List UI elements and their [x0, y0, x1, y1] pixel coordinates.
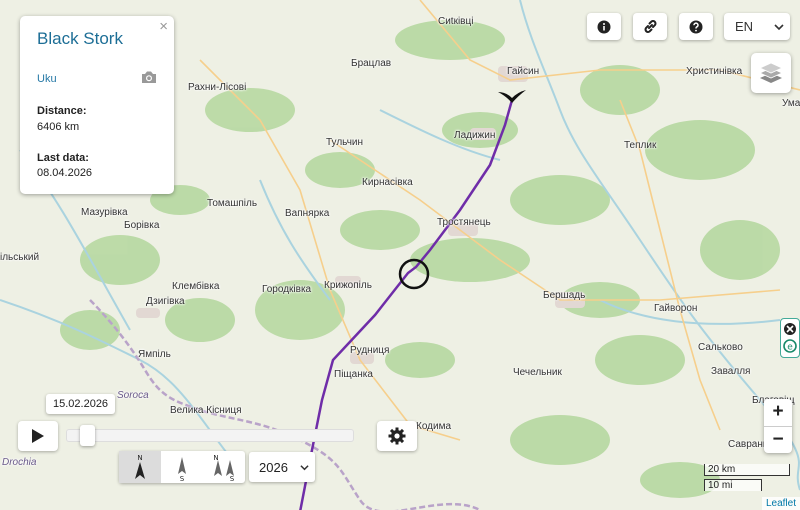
info-icon — [597, 20, 611, 33]
settings-button[interactable] — [377, 421, 417, 451]
help-button[interactable] — [679, 13, 713, 40]
place-label: Кирнасівка — [362, 177, 413, 188]
zoom-out-button[interactable]: − — [764, 427, 792, 454]
year-value: 2026 — [259, 460, 288, 475]
attribution-link[interactable]: Leaflet — [761, 497, 800, 510]
place-label: Борівка — [124, 220, 160, 231]
place-label: Велика Кісниця — [170, 405, 242, 416]
place-label: Городківка — [262, 284, 312, 295]
svg-text:e: e — [787, 343, 793, 353]
place-label: Гайворон — [654, 303, 698, 314]
distance-label: Distance: — [37, 105, 87, 117]
direction-north-button[interactable]: N — [119, 451, 161, 483]
direction-south-button[interactable]: S — [161, 451, 203, 483]
svg-text:S: S — [180, 475, 185, 482]
svg-text:S: S — [230, 475, 235, 482]
last-data-value: 08.04.2026 — [37, 167, 93, 179]
layers-icon — [759, 62, 783, 83]
direction-both-button[interactable]: N S — [203, 451, 245, 483]
animal-name-link[interactable]: Uku — [37, 73, 57, 85]
year-select[interactable]: 2026 — [249, 452, 315, 482]
scale-mi: 10 mi — [704, 479, 762, 491]
place-label: Ямпіль — [138, 349, 171, 360]
both-directions-icon: N S — [213, 454, 235, 482]
place-label: Піщанка — [334, 369, 373, 380]
place-label: Тульчин — [326, 137, 364, 148]
current-date-label: 15.02.2026 — [46, 394, 116, 414]
language-value: EN — [735, 19, 754, 34]
place-label: Брацлав — [351, 58, 392, 69]
place-label: Тростянець — [437, 217, 491, 228]
species-title: Black Stork — [37, 29, 123, 48]
help-icon — [689, 20, 703, 33]
place-label: Чечельник — [513, 367, 562, 378]
zoom-control: + − — [764, 399, 792, 453]
scale-km: 20 km — [704, 464, 790, 476]
svg-text:N: N — [137, 454, 142, 462]
place-label: Drochia — [2, 457, 37, 468]
last-data-label: Last data: — [37, 152, 89, 164]
animal-info-panel: × Black Stork Uku Distance: 6406 km Last… — [20, 16, 174, 194]
close-icon[interactable]: × — [159, 18, 168, 35]
direction-filter-group: N S N S — [119, 451, 245, 483]
place-label: Сиtківці — [438, 16, 474, 27]
place-label: Сальково — [698, 342, 743, 353]
side-extension-widget[interactable]: e — [780, 318, 800, 358]
place-label: Рудниця — [350, 345, 390, 356]
share-link-button[interactable] — [633, 13, 667, 40]
layers-button[interactable] — [751, 53, 791, 93]
play-button[interactable] — [18, 421, 58, 451]
south-arrow-icon: S — [178, 457, 186, 482]
play-icon — [32, 429, 44, 443]
chevron-down-icon — [300, 465, 309, 471]
timeline-slider[interactable] — [66, 429, 354, 442]
place-label: ільський — [0, 252, 40, 263]
place-label: Гайсин — [507, 66, 540, 77]
link-icon — [644, 20, 656, 33]
place-label: Христинівка — [686, 66, 743, 77]
place-label: Рахни-Лісові — [188, 82, 247, 93]
distance-value: 6406 km — [37, 121, 80, 133]
extension-icon: e — [783, 323, 797, 353]
place-label: Завалля — [711, 366, 751, 377]
place-label: Мазурівка — [81, 207, 128, 218]
north-arrow-icon: N — [135, 454, 145, 479]
place-label: Ладижин — [454, 130, 496, 141]
place-label: Умань — [782, 98, 800, 109]
place-label: Саврань — [728, 439, 769, 450]
place-label: Бершадь — [543, 290, 586, 301]
place-label: Дзигівка — [146, 296, 185, 307]
chevron-down-icon — [774, 24, 784, 31]
language-select[interactable]: EN — [724, 13, 790, 40]
gear-icon — [388, 427, 406, 445]
info-button[interactable] — [587, 13, 621, 40]
place-label: Soroca — [117, 390, 149, 401]
place-label: Томашпіль — [207, 198, 258, 209]
camera-icon[interactable] — [141, 70, 157, 84]
place-label: Крижопіль — [324, 280, 372, 291]
timeline-slider-thumb[interactable] — [79, 425, 95, 446]
zoom-in-button[interactable]: + — [764, 399, 792, 427]
place-label: Вапнярка — [285, 208, 330, 219]
place-label: Теплик — [624, 140, 657, 151]
place-label: Кодима — [416, 421, 452, 432]
place-label: Клембівка — [172, 281, 220, 292]
